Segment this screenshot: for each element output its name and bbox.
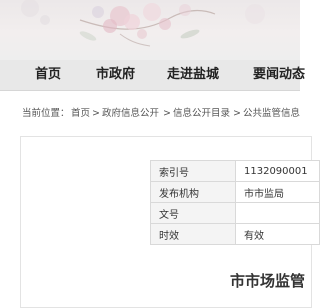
breadcrumb-item-gov-info[interactable]: 政府信息公开 <box>102 108 159 120</box>
info-value-index: 1132090001 <box>235 160 320 182</box>
info-value-doc-number <box>235 202 320 224</box>
nav-item-home[interactable]: 首页 <box>35 60 61 90</box>
info-table: 索引号 1132090001 发布机构 市市监局 文号 时效 有效 <box>150 160 320 245</box>
nav-item-enter-yancheng[interactable]: 走进盐城 <box>167 60 219 90</box>
info-key-index: 索引号 <box>150 160 236 182</box>
breadcrumb-separator: > <box>92 108 100 119</box>
breadcrumb-separator: > <box>163 108 171 119</box>
breadcrumb-prefix: 当前位置： <box>22 108 70 119</box>
info-value-validity: 有效 <box>235 223 320 245</box>
table-row: 文号 <box>150 202 320 224</box>
article-title: 市市场监管 <box>230 272 306 290</box>
table-row: 发布机构 市市监局 <box>150 181 320 203</box>
flower-decoration <box>21 0 265 47</box>
breadcrumb-item-catalog[interactable]: 信息公开目录 <box>173 108 230 120</box>
nav-item-city-government[interactable]: 市政府 <box>96 60 135 90</box>
info-key-publisher: 发布机构 <box>150 181 236 203</box>
table-row: 索引号 1132090001 <box>150 160 320 182</box>
info-key-validity: 时效 <box>150 223 236 245</box>
breadcrumb-item-home[interactable]: 首页 <box>71 108 90 120</box>
nav-item-news[interactable]: 要闻动态 <box>253 60 305 90</box>
breadcrumb-separator: > <box>233 108 241 119</box>
breadcrumb: 当前位置： 首页 > 政府信息公开 > 信息公开目录 > 公共监管信息 <box>0 91 300 137</box>
main-nav: 首页 市政府 走进盐城 要闻动态 <box>0 60 305 91</box>
breadcrumb-item-supervision[interactable]: 公共监管信息 <box>243 108 300 120</box>
table-row: 时效 有效 <box>150 223 320 245</box>
info-key-doc-number: 文号 <box>150 202 236 224</box>
header-banner <box>0 0 300 60</box>
info-value-publisher: 市市监局 <box>235 181 320 203</box>
